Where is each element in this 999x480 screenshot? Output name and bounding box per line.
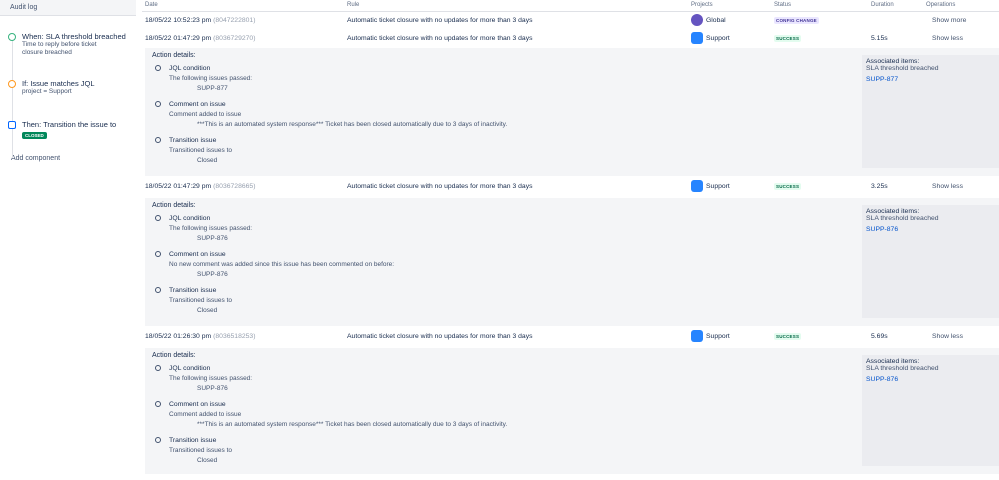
audit-log-tab[interactable]: Audit log xyxy=(0,0,136,16)
trigger-sub-1: Time to reply before ticket xyxy=(22,41,97,48)
globe-icon xyxy=(691,14,703,26)
trigger-title: When: SLA threshold breached xyxy=(22,32,126,41)
action-icon xyxy=(155,365,161,371)
trigger-sub-2: closure breached xyxy=(22,49,72,56)
row-duration: 5.15s xyxy=(871,35,888,42)
show-less-button[interactable]: Show less xyxy=(932,183,963,190)
action-details-panel: Action details: JQL condition The followi… xyxy=(145,198,999,326)
show-less-button[interactable]: Show less xyxy=(932,35,963,42)
issue-key-link[interactable]: SUPP-877 xyxy=(866,76,995,83)
condition-step[interactable]: If: Issue matches JQL project = Support xyxy=(0,79,136,96)
table-row[interactable]: 18/05/22 01:26:30 pm (8036518253) Automat… xyxy=(142,326,999,348)
condition-icon xyxy=(8,80,16,88)
row-duration: 3.25s xyxy=(871,183,888,190)
action-icon xyxy=(155,137,161,143)
status-badge: SUCCESS xyxy=(774,35,802,42)
table-row[interactable]: 18/05/22 10:52:23 pm (8047222801) Automat… xyxy=(142,12,999,30)
row-id: (8036729270) xyxy=(213,35,256,42)
action-icon xyxy=(155,437,161,443)
row-rule: Automatic ticket closure with no updates… xyxy=(347,35,533,42)
row-project: Support xyxy=(691,32,730,44)
issue-key-link[interactable]: SUPP-876 xyxy=(866,376,995,383)
add-component-link[interactable]: Add component xyxy=(0,155,136,162)
col-operations[interactable]: Operations xyxy=(926,2,955,8)
row-project: Global xyxy=(691,14,726,26)
action-details-title: Action details: xyxy=(152,202,196,209)
condition-title: If: Issue matches JQL xyxy=(22,79,95,88)
row-date: 18/05/22 01:26:30 pm (8036518253) xyxy=(145,333,256,340)
row-date: 18/05/22 01:47:29 pm (8036728665) xyxy=(145,183,256,190)
row-date: 18/05/22 10:52:23 pm (8047222801) xyxy=(145,17,256,24)
show-more-button[interactable]: Show more xyxy=(932,17,966,24)
col-projects[interactable]: Projects xyxy=(691,2,713,8)
row-id: (8047222801) xyxy=(213,17,256,24)
action-step[interactable]: Then: Transition the issue to CLOSED xyxy=(0,120,136,139)
support-project-icon xyxy=(691,330,703,342)
status-badge: CONFIG CHANGE xyxy=(774,17,819,24)
table-header: Date Rule Projects Status Duration Opera… xyxy=(142,0,999,12)
action-icon xyxy=(155,215,161,221)
action-icon xyxy=(155,251,161,257)
action-icon xyxy=(8,121,16,129)
support-project-icon xyxy=(691,180,703,192)
condition-sub: project = Support xyxy=(22,88,72,95)
row-rule: Automatic ticket closure with no updates… xyxy=(347,17,533,24)
col-rule[interactable]: Rule xyxy=(347,2,359,8)
action-icon xyxy=(155,401,161,407)
row-rule: Automatic ticket closure with no updates… xyxy=(347,183,533,190)
row-id: (8036518253) xyxy=(213,333,256,340)
associated-items: Associated items: SLA threshold breached… xyxy=(862,55,999,168)
action-title: Then: Transition the issue to xyxy=(22,120,117,129)
row-rule: Automatic ticket closure with no updates… xyxy=(347,333,533,340)
col-status[interactable]: Status xyxy=(774,2,791,8)
rule-sidebar: Audit log When: SLA threshold breached T… xyxy=(0,0,136,480)
table-row[interactable]: 18/05/22 01:47:29 pm (8036728665) Automat… xyxy=(142,176,999,198)
row-duration: 5.69s xyxy=(871,333,888,340)
show-less-button[interactable]: Show less xyxy=(932,333,963,340)
row-date: 18/05/22 01:47:29 pm (8036729270) xyxy=(145,35,256,42)
action-details-panel: Action details: JQL condition The followi… xyxy=(145,348,999,474)
action-details-title: Action details: xyxy=(152,352,196,359)
trigger-step[interactable]: When: SLA threshold breached Time to rep… xyxy=(0,32,136,57)
action-details-panel: Action details: JQL condition The followi… xyxy=(145,48,999,176)
associated-items: Associated items: SLA threshold breached… xyxy=(862,355,999,466)
row-project: Support xyxy=(691,180,730,192)
associated-items: Associated items: SLA threshold breached… xyxy=(862,205,999,318)
rule-flow: When: SLA threshold breached Time to rep… xyxy=(0,16,136,162)
closed-status-badge: CLOSED xyxy=(22,132,47,139)
col-date[interactable]: Date xyxy=(145,2,158,8)
audit-log-table: Date Rule Projects Status Duration Opera… xyxy=(142,0,999,480)
trigger-icon xyxy=(8,33,16,41)
col-duration[interactable]: Duration xyxy=(871,2,894,8)
status-badge: SUCCESS xyxy=(774,333,802,340)
support-project-icon xyxy=(691,32,703,44)
action-icon xyxy=(155,65,161,71)
row-id: (8036728665) xyxy=(213,183,256,190)
row-project: Support xyxy=(691,330,730,342)
action-details-title: Action details: xyxy=(152,52,196,59)
action-icon xyxy=(155,287,161,293)
status-badge: SUCCESS xyxy=(774,183,802,190)
action-icon xyxy=(155,101,161,107)
audit-log-label: Audit log xyxy=(10,4,38,11)
issue-key-link[interactable]: SUPP-876 xyxy=(866,226,995,233)
table-row[interactable]: 18/05/22 01:47:29 pm (8036729270) Automat… xyxy=(142,30,999,48)
